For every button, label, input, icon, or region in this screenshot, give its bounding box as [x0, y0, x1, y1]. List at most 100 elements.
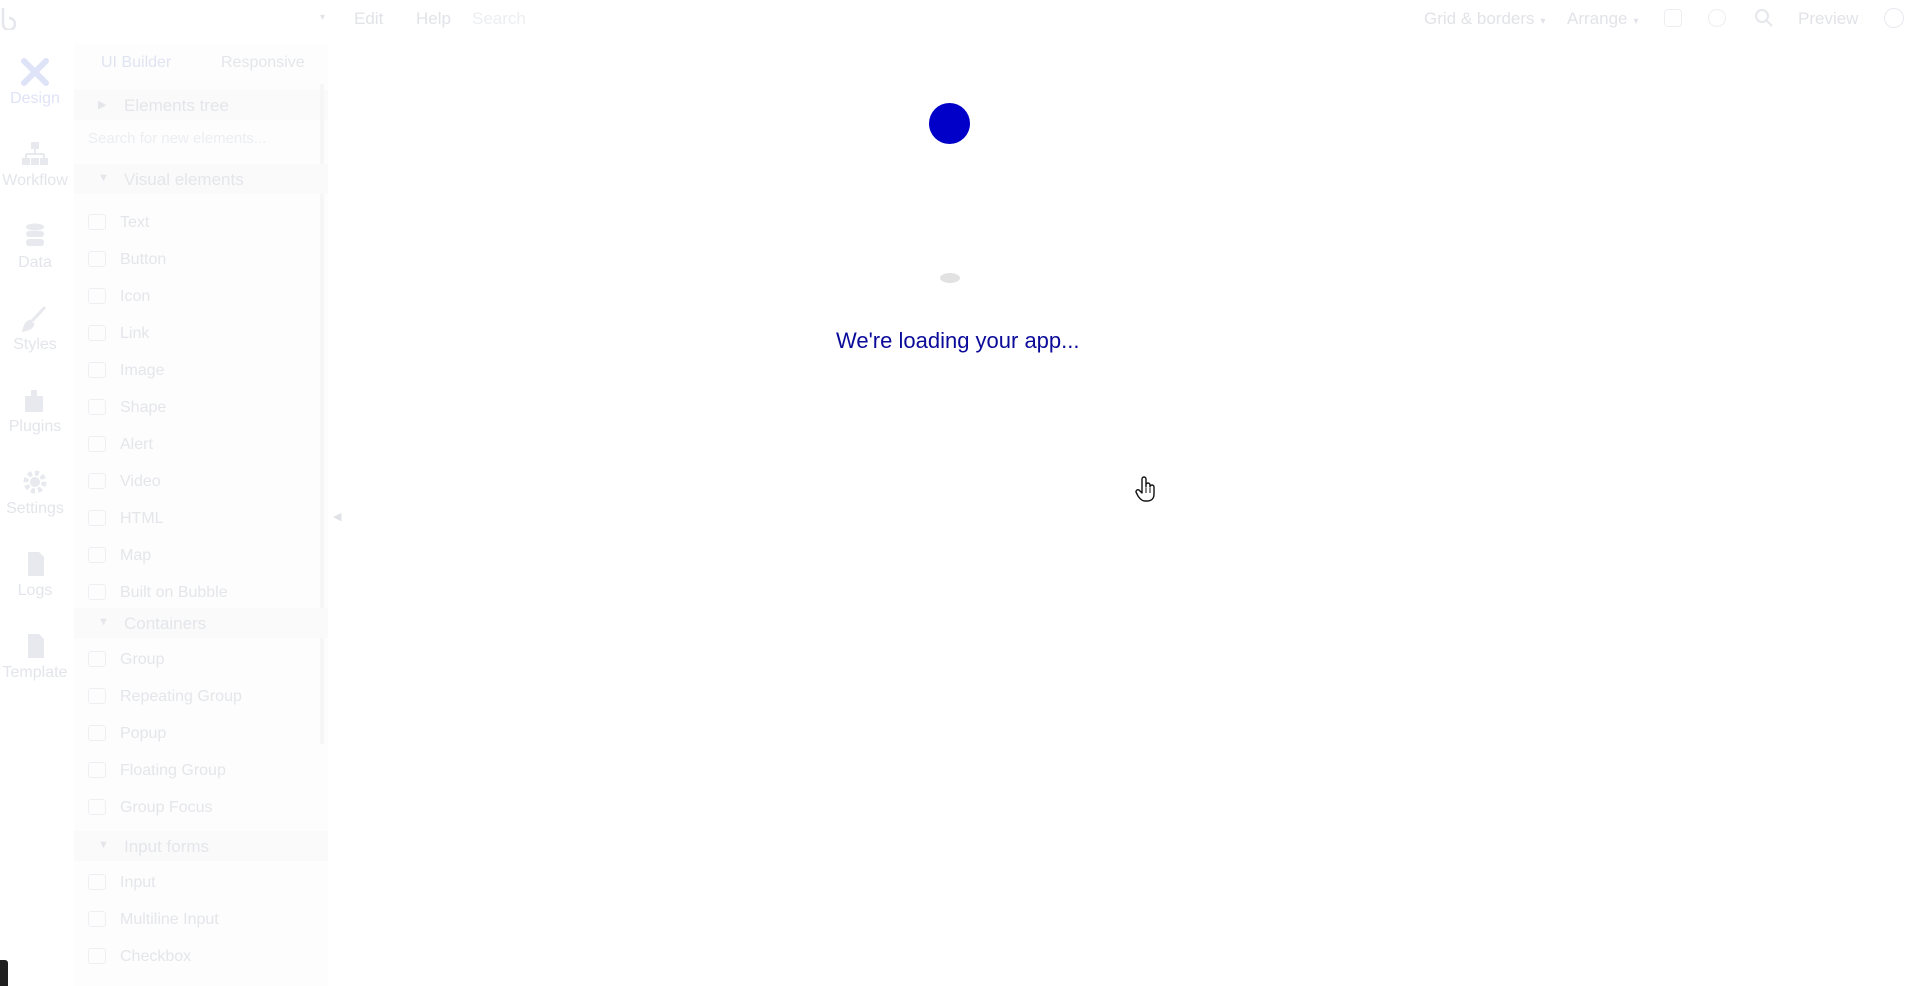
- nav-logs-label: Logs: [17, 582, 53, 599]
- settings-icon: [23, 470, 47, 494]
- text-icon: [88, 214, 106, 230]
- element-label: Alert: [120, 436, 153, 453]
- top-bar: ▾ Edit Help Search Grid & borders ▾ Arran…: [0, 0, 1920, 36]
- collapse-panel-icon[interactable]: ◀: [333, 510, 341, 523]
- element-label: Built on Bubble: [120, 584, 228, 601]
- element-checkbox[interactable]: Checkbox: [74, 942, 328, 972]
- shape-icon: [88, 399, 106, 415]
- logs-icon: [28, 552, 44, 576]
- link-icon: [88, 325, 106, 341]
- copy-icon[interactable]: [1664, 9, 1682, 27]
- section-visual[interactable]: ▼ Visual elements: [74, 164, 328, 194]
- nav-plugins-label: Plugins: [8, 418, 62, 435]
- nav-template-label: Template: [2, 664, 68, 681]
- input-icon: [88, 874, 106, 890]
- caret-down-icon: ▼: [98, 616, 109, 628]
- repeating-group-icon: [88, 688, 106, 704]
- caret-right-icon: ▶: [98, 99, 107, 111]
- element-label: Group: [120, 651, 165, 668]
- nav-logs[interactable]: Logs: [0, 550, 70, 600]
- element-image[interactable]: Image: [74, 356, 328, 386]
- section-inputs[interactable]: ▼ Input forms: [74, 831, 328, 861]
- section-title: Containers: [124, 614, 207, 633]
- element-label: Video: [120, 473, 161, 490]
- element-link[interactable]: Link: [74, 319, 328, 349]
- search-icon[interactable]: [1754, 8, 1774, 28]
- taskbar-edge: [0, 960, 8, 986]
- loading-shadow: [940, 273, 960, 283]
- element-label: Icon: [120, 288, 151, 305]
- element-search-input[interactable]: Search for new elements...: [88, 130, 318, 147]
- nav-styles[interactable]: Styles: [0, 304, 70, 354]
- panel-tabs: UI Builder Responsive: [74, 44, 328, 84]
- design-icon: [21, 58, 49, 86]
- element-label: Checkbox: [120, 948, 192, 965]
- section-containers[interactable]: ▼ Containers: [74, 608, 328, 638]
- nav-data[interactable]: Data: [0, 222, 70, 272]
- nav-design[interactable]: Design: [0, 58, 70, 108]
- undo-icon[interactable]: [1384, 9, 1402, 27]
- plugins-icon: [25, 390, 43, 412]
- nav-workflow[interactable]: Workflow: [0, 140, 70, 190]
- element-label: Link: [120, 325, 150, 342]
- alert-icon: [88, 436, 106, 452]
- element-input[interactable]: Input: [74, 868, 328, 898]
- element-label: Floating Group: [120, 762, 226, 779]
- elements-panel: UI Builder Responsive ▶ Elements tree Se…: [74, 44, 328, 986]
- hand-cursor-icon: [1135, 476, 1155, 502]
- checkbox-icon: [88, 948, 106, 964]
- multiline-input-icon: [88, 911, 106, 927]
- elements-tree-label: Elements tree: [124, 96, 229, 115]
- grid-borders-menu[interactable]: Grid & borders ▾: [1424, 9, 1546, 29]
- element-icon[interactable]: Icon: [74, 282, 328, 312]
- nav-design-label: Design: [10, 90, 60, 107]
- element-group[interactable]: Group: [74, 645, 328, 675]
- element-popup[interactable]: Popup: [74, 719, 328, 749]
- element-label: Shape: [120, 399, 167, 416]
- account-avatar-icon[interactable]: [1884, 8, 1904, 28]
- section-title: Visual elements: [124, 170, 244, 189]
- elements-tree-toggle[interactable]: ▶ Elements tree: [74, 90, 328, 120]
- element-label: Repeating Group: [120, 688, 242, 705]
- element-built-on-bubble[interactable]: Built on Bubble: [74, 578, 328, 608]
- element-html[interactable]: HTML: [74, 504, 328, 534]
- element-text[interactable]: Text: [74, 208, 328, 238]
- nav-plugins[interactable]: Plugins: [0, 386, 70, 436]
- map-icon: [88, 547, 106, 563]
- icon-icon: [88, 288, 106, 304]
- nav-template[interactable]: Template: [0, 632, 70, 682]
- menu-search[interactable]: Search: [472, 9, 526, 29]
- template-icon: [28, 634, 44, 658]
- element-map[interactable]: Map: [74, 541, 328, 571]
- history-icon[interactable]: [1708, 9, 1726, 27]
- element-floating-group[interactable]: Floating Group: [74, 756, 328, 786]
- nav-settings[interactable]: Settings: [0, 468, 70, 518]
- page-dropdown-chevron-icon[interactable]: ▾: [320, 12, 325, 23]
- tab-ui-builder[interactable]: UI Builder: [101, 54, 171, 72]
- styles-icon: [21, 305, 47, 332]
- data-icon: [26, 223, 44, 246]
- element-group-focus[interactable]: Group Focus: [74, 793, 328, 823]
- element-label: Button: [120, 251, 167, 268]
- element-label: Map: [120, 547, 152, 564]
- element-label: Text: [120, 214, 150, 231]
- arrange-menu[interactable]: Arrange ▾: [1567, 9, 1639, 29]
- element-alert[interactable]: Alert: [74, 430, 328, 460]
- nav-settings-label: Settings: [6, 500, 64, 517]
- menu-help[interactable]: Help: [416, 9, 451, 29]
- element-button[interactable]: Button: [74, 245, 328, 275]
- element-shape[interactable]: Shape: [74, 393, 328, 423]
- left-navigation: Design Workflow Data Styles Plugins Sett…: [0, 36, 70, 986]
- image-icon: [88, 362, 106, 378]
- element-video[interactable]: Video: [74, 467, 328, 497]
- element-multiline-input[interactable]: Multiline Input: [74, 905, 328, 935]
- button-icon: [88, 251, 106, 267]
- element-label: Input: [120, 874, 156, 891]
- nav-styles-label: Styles: [13, 336, 57, 353]
- menu-edit[interactable]: Edit: [354, 9, 383, 29]
- group-icon: [88, 651, 106, 667]
- element-repeating-group[interactable]: Repeating Group: [74, 682, 328, 712]
- bubble-logo-icon: [1, 8, 17, 30]
- tab-responsive[interactable]: Responsive: [221, 54, 305, 72]
- preview-button[interactable]: Preview: [1798, 9, 1858, 29]
